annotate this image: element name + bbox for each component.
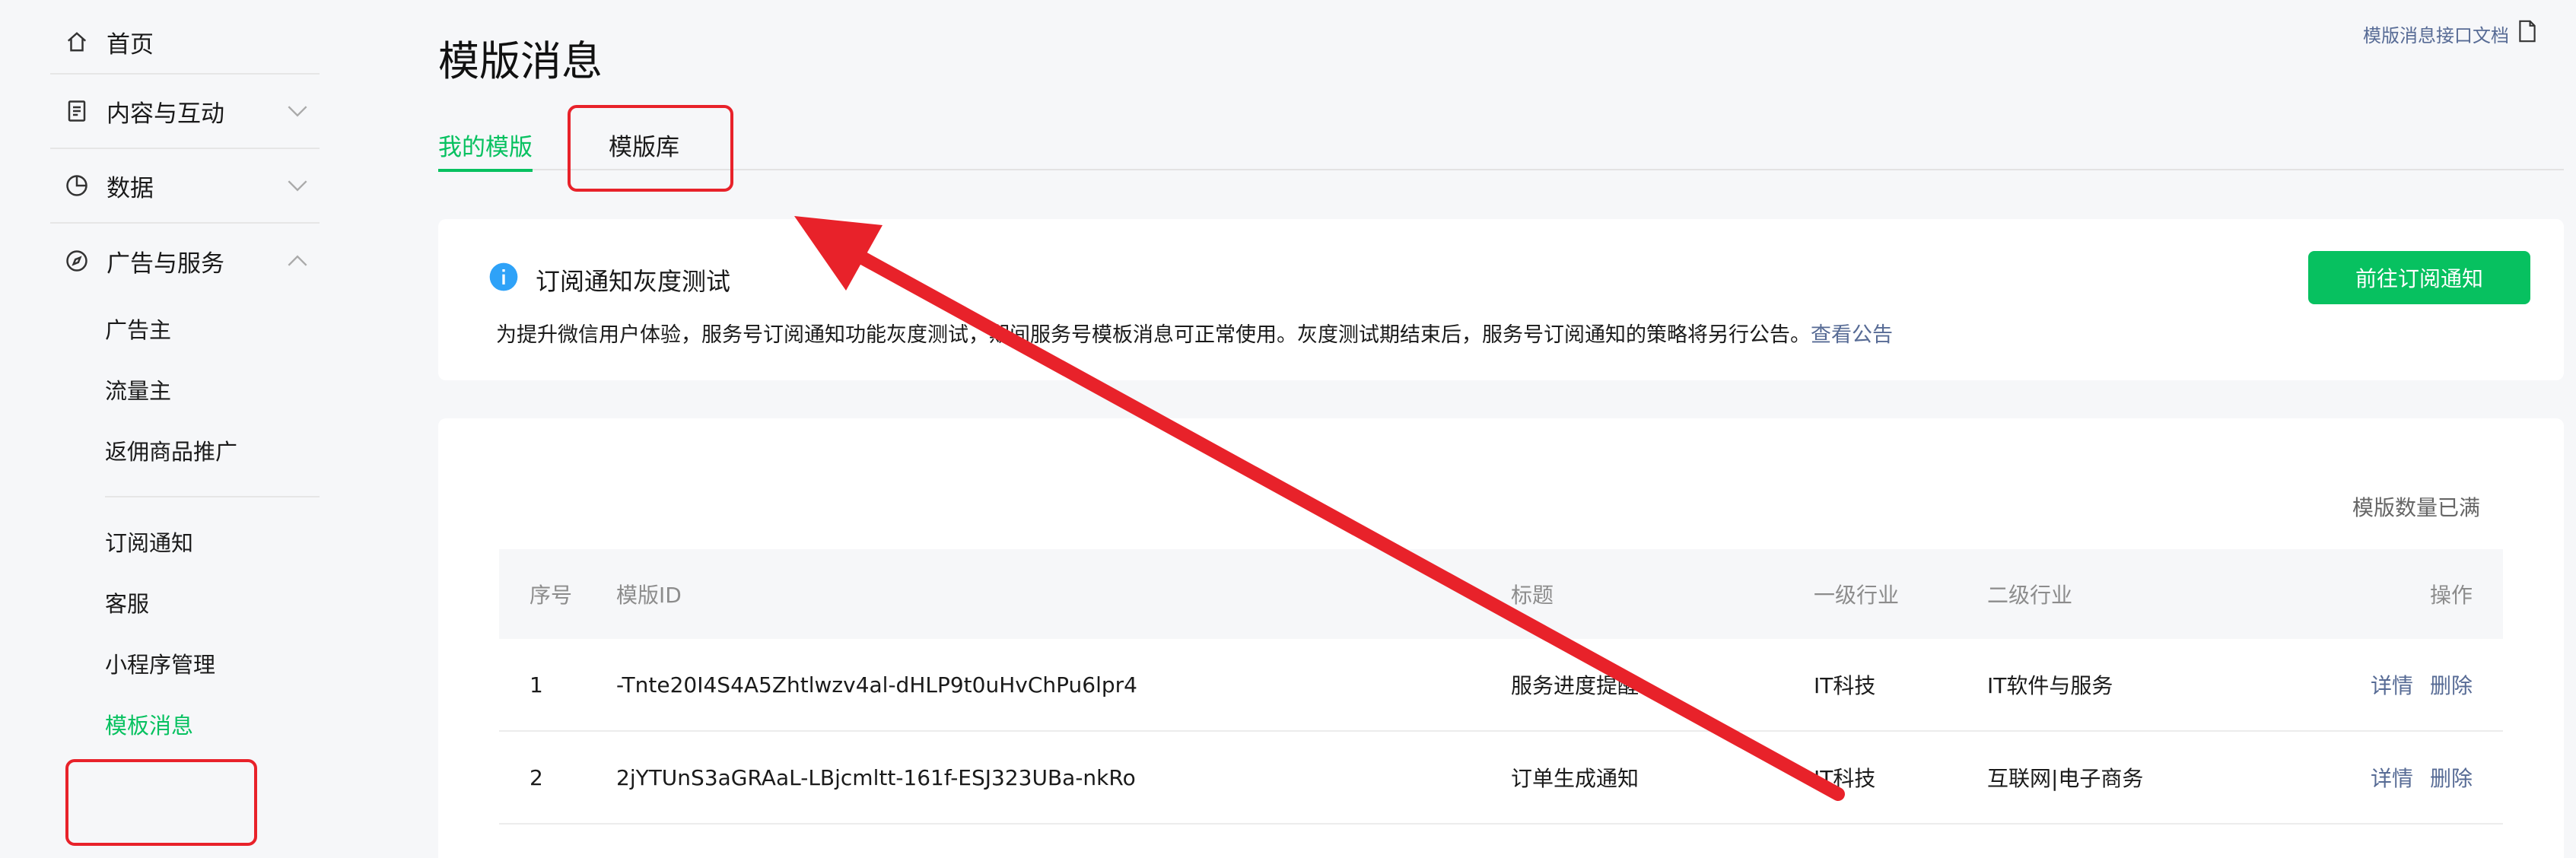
header-no: 序号 [530,583,573,608]
sidebar-item-ads[interactable]: 广告与服务 [50,224,320,298]
chevron-up-icon [285,248,310,274]
table-row: 1 -Tnte20I4S4A5Zhtlwzv4al-dHLP9t0uHvChPu… [499,639,2503,732]
header-industry-2: 二级行业 [1987,583,2073,608]
sidebar-item-advertiser[interactable]: 广告主 [105,298,320,359]
pie-chart-icon [64,173,90,199]
file-icon [2518,20,2536,47]
header-industry-1: 一级行业 [1814,583,1900,608]
header-title: 标题 [1511,583,1554,608]
home-icon [64,29,90,55]
table-row: 2 2jYTUnS3aGRAaL-LBjcmltt-161f-ESJ323UBa… [499,732,2503,825]
delete-link[interactable]: 删除 [2430,673,2473,698]
template-table: 序号 模版ID 标题 一级行业 二级行业 操作 1 -Tnte20I4S4A5Z… [499,549,2503,825]
quota-status: 模版数量已满 [2352,495,2480,520]
sidebar-item-label: 内容与互动 [107,100,224,128]
sidebar-item-service[interactable]: 客服 [105,572,320,633]
sidebar-item-template-message[interactable]: 模板消息 [105,694,320,755]
header-ops: 操作 [2429,583,2473,608]
sidebar-item-commission[interactable]: 返佣商品推广 [105,420,320,481]
tab-my-templates[interactable]: 我的模版 [438,106,533,172]
detail-link[interactable]: 详情 [2371,766,2413,791]
header-id: 模版ID [616,583,682,608]
sidebar-item-publisher[interactable]: 流量主 [105,359,320,420]
chevron-down-icon [285,173,310,199]
cell-ops: 详情 删除 [2328,669,2503,700]
sidebar-submenu-ads: 广告主 流量主 返佣商品推广 订阅通知 客服 小程序管理 模板消息 [50,298,320,755]
sidebar: 首页 内容与互动 数据 广告与服务 广告主 流量主 返佣商品推广 订阅通知 客服… [0,0,396,858]
sidebar-item-label: 数据 [107,174,154,202]
notice-title: 订阅通知灰度测试 [536,267,731,296]
sidebar-item-subscribe[interactable]: 订阅通知 [105,511,320,572]
cell-title: 服务进度提醒 [1511,673,1639,698]
sidebar-item-miniprogram[interactable]: 小程序管理 [105,633,320,694]
cell-title: 订单生成通知 [1511,766,1639,791]
notice-card: 订阅通知灰度测试 为提升微信用户体验，服务号订阅通知功能灰度测试，期间服务号模板… [438,219,2564,380]
cell-industry-2: 互联网|电子商务 [1987,766,2144,791]
api-doc-link[interactable]: 模版消息接口文档 [2363,20,2536,47]
tab-bar: 我的模版 模版库 [438,106,2564,172]
detail-link[interactable]: 详情 [2371,673,2413,698]
highlight-box-sidebar [65,759,257,846]
chevron-down-icon [285,98,310,124]
cell-no: 1 [530,672,543,698]
tab-template-library[interactable]: 模版库 [609,106,679,170]
view-announcement-link[interactable]: 查看公告 [1811,323,1893,347]
cell-ops: 详情 删除 [2328,762,2503,793]
document-icon [64,98,90,124]
sidebar-item-home[interactable]: 首页 [50,11,320,75]
cell-industry-1: IT科技 [1814,673,1876,698]
cell-industry-1: IT科技 [1814,766,1876,791]
sidebar-item-label: 首页 [107,30,154,59]
sidebar-item-content[interactable]: 内容与互动 [50,75,320,149]
delete-link[interactable]: 删除 [2430,766,2473,791]
compass-icon [64,248,90,274]
cell-id: -Tnte20I4S4A5Zhtlwzv4al-dHLP9t0uHvChPu6l… [616,672,1137,698]
notice-body: 为提升微信用户体验，服务号订阅通知功能灰度测试，期间服务号模板消息可正常使用。灰… [496,318,1893,348]
sidebar-item-data[interactable]: 数据 [50,149,320,224]
notice-body-text: 为提升微信用户体验，服务号订阅通知功能灰度测试，期间服务号模板消息可正常使用。灰… [496,323,1811,347]
table-header: 序号 模版ID 标题 一级行业 二级行业 操作 [499,549,2503,639]
sidebar-nav: 首页 内容与互动 数据 广告与服务 广告主 流量主 返佣商品推广 订阅通知 客服… [50,11,320,755]
doc-link-label: 模版消息接口文档 [2363,24,2509,46]
info-icon [488,262,519,298]
sidebar-item-label: 广告与服务 [107,249,224,278]
cell-id: 2jYTUnS3aGRAaL-LBjcmltt-161f-ESJ323UBa-n… [616,764,1136,790]
notice-title-row: 订阅通知灰度测试 [488,262,730,298]
cell-industry-2: IT软件与服务 [1987,673,2113,698]
template-table-card: 模版数量已满 序号 模版ID 标题 一级行业 二级行业 操作 1 -Tnte20… [438,418,2564,858]
go-to-subscribe-button[interactable]: 前往订阅通知 [2308,251,2530,304]
cell-no: 2 [530,764,543,790]
page-title: 模版消息 [438,37,603,85]
sidebar-divider [105,496,320,497]
